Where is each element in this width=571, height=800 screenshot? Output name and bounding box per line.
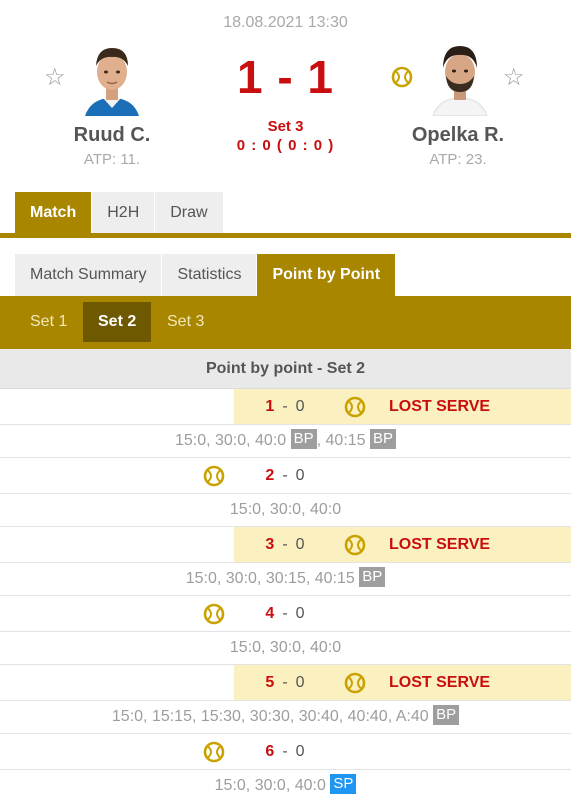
points-text: 15:0, 15:15, 15:30, 30:30, 30:40, 40:40,… xyxy=(111,708,434,725)
game-row: 2-0 xyxy=(0,458,571,494)
game-score-away: 0 xyxy=(295,605,305,622)
game-row: 5-0 LOST SERVE xyxy=(0,665,571,701)
points-text: 15:0, 30:0, 40:0 xyxy=(229,639,342,656)
tennis-ball-icon xyxy=(391,66,413,88)
lost-serve-label: LOST SERVE xyxy=(389,398,491,415)
game-score-away: 0 xyxy=(295,674,305,691)
tab-set-1[interactable]: Set 1 xyxy=(15,302,82,342)
game-score-away: 0 xyxy=(295,467,305,484)
tennis-ball-icon xyxy=(344,672,366,694)
point-by-point-list: 1-0 LOST SERVE 15:0, 30:0, 40:0 BP, 40:15 … xyxy=(0,389,571,800)
tab-match[interactable]: Match xyxy=(15,192,92,233)
star-outline-icon[interactable]: ☆ xyxy=(503,66,525,90)
tab-h2h[interactable]: H2H xyxy=(92,192,155,233)
break-point-badge: BP xyxy=(290,429,317,450)
points-row: 15:0, 30:0, 40:0 xyxy=(0,494,571,527)
game-score-dash: - xyxy=(282,605,288,622)
points-text: , 40:15 xyxy=(316,432,371,449)
game-score-away: 0 xyxy=(295,743,305,760)
tab-match-summary[interactable]: Match Summary xyxy=(15,254,162,296)
game-score-dash: - xyxy=(282,674,288,691)
game-score: 5-0 xyxy=(240,665,330,700)
lost-serve-label: LOST SERVE xyxy=(389,536,491,553)
tennis-ball-icon xyxy=(203,741,225,763)
break-point-badge: BP xyxy=(433,705,460,726)
game-score: 4-0 xyxy=(240,596,330,631)
game-score: 2-0 xyxy=(240,458,330,493)
game-score-dash: - xyxy=(282,743,288,760)
game-score-home: 3 xyxy=(265,536,275,553)
points-row: 15:0, 30:0, 40:0 xyxy=(0,632,571,665)
tab-set-2[interactable]: Set 2 xyxy=(83,302,152,342)
tabs-divider xyxy=(0,233,571,238)
sub-tabs: Match Summary Statistics Point by Point xyxy=(15,254,396,296)
tab-statistics[interactable]: Statistics xyxy=(162,254,257,296)
set-tabs: Set 1 Set 2 Set 3 xyxy=(0,296,571,349)
game-score-home: 4 xyxy=(265,605,275,622)
break-point-badge: BP xyxy=(370,429,397,450)
tab-draw[interactable]: Draw xyxy=(155,192,223,233)
game-row: 3-0 LOST SERVE xyxy=(0,527,571,563)
game-score-dash: - xyxy=(282,398,288,415)
match-datetime: 18.08.2021 13:30 xyxy=(223,14,348,31)
game-score-dash: - xyxy=(282,536,288,553)
points-row: 15:0, 30:0, 30:15, 40:15 BP xyxy=(0,563,571,596)
set-point-badge: SP xyxy=(330,774,357,795)
game-score-home: 1 xyxy=(265,398,275,415)
tennis-ball-icon xyxy=(203,603,225,625)
points-row: 15:0, 30:0, 40:0 SP xyxy=(0,770,571,800)
break-point-badge: BP xyxy=(359,567,386,588)
game-row: 6-0 xyxy=(0,734,571,770)
game-row: 1-0 LOST SERVE xyxy=(0,389,571,425)
player2-rank: ATP: 23. xyxy=(429,151,487,168)
points-text: 15:0, 30:0, 40:0 xyxy=(214,777,331,794)
tennis-ball-icon xyxy=(344,534,366,556)
player2-name[interactable]: Opelka R. xyxy=(383,124,533,147)
player2-photo xyxy=(429,42,491,116)
tennis-ball-icon xyxy=(203,465,225,487)
points-text: 15:0, 30:0, 30:15, 40:15 xyxy=(185,570,360,587)
player1-rank: ATP: 11. xyxy=(83,151,141,168)
main-tabs: Match H2H Draw xyxy=(15,192,224,233)
tennis-ball-icon xyxy=(344,396,366,418)
pbp-title: Point by point - Set 2 xyxy=(0,349,571,389)
points-row: 15:0, 30:0, 40:0 BP, 40:15 BP xyxy=(0,425,571,458)
game-score: 1-0 xyxy=(240,389,330,424)
game-score-home: 2 xyxy=(265,467,275,484)
points-text: 15:0, 30:0, 40:0 xyxy=(229,501,342,518)
game-row: 4-0 xyxy=(0,596,571,632)
match-header: 18.08.2021 13:30 ☆ 1 - 1 Set 3 0 : 0 ( 0… xyxy=(0,0,571,190)
points-text: 15:0, 30:0, 40:0 xyxy=(174,432,291,449)
player1-name[interactable]: Ruud C. xyxy=(37,124,187,147)
game-score-home: 5 xyxy=(265,674,275,691)
game-score-dash: - xyxy=(282,467,288,484)
tab-set-3[interactable]: Set 3 xyxy=(152,302,219,342)
game-score-away: 0 xyxy=(295,398,305,415)
points-row: 15:0, 15:15, 15:30, 30:30, 30:40, 40:40,… xyxy=(0,701,571,734)
game-score: 3-0 xyxy=(240,527,330,562)
game-score: 6-0 xyxy=(240,734,330,769)
lost-serve-label: LOST SERVE xyxy=(389,674,491,691)
tab-point-by-point[interactable]: Point by Point xyxy=(257,254,396,296)
game-score-home: 6 xyxy=(265,743,275,760)
game-score-away: 0 xyxy=(295,536,305,553)
